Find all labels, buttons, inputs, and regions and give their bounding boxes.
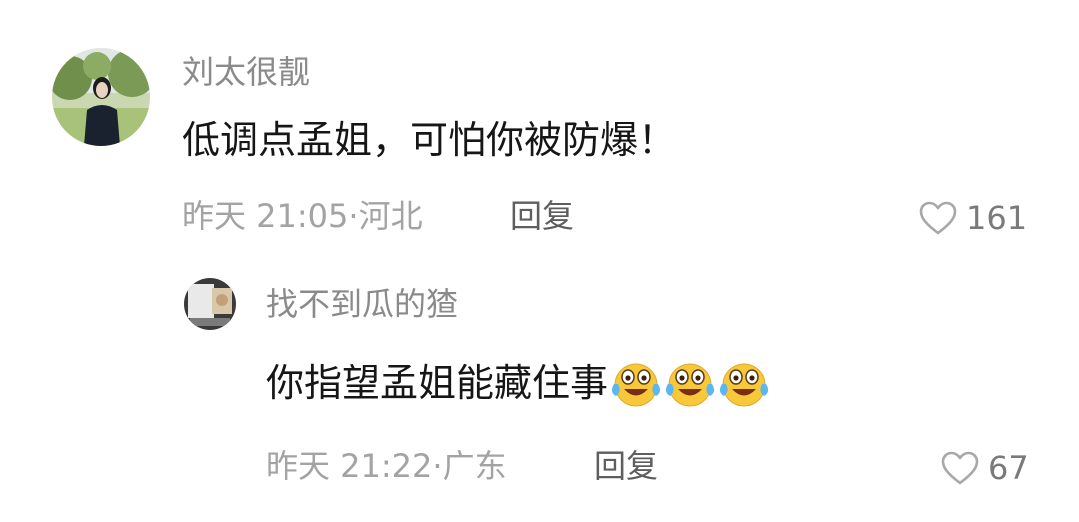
like-count: 161 — [966, 199, 1028, 237]
like-button[interactable]: 67 — [940, 448, 1029, 488]
username[interactable]: 刘太很靓 — [182, 52, 310, 92]
comment-meta: 昨天 21:22·广东 — [266, 446, 507, 486]
meta-separator: · — [432, 447, 443, 485]
comment-text-body: 低调点孟姐，可怕你被防爆！ — [182, 118, 677, 162]
user-avatar[interactable] — [184, 278, 236, 330]
username[interactable]: 找不到瓜的猹 — [266, 284, 458, 324]
comment-time: 昨天 21:22 — [266, 447, 433, 485]
crying-laughing-emoji-icon — [718, 358, 770, 408]
crying-laughing-emoji-icon — [664, 358, 716, 408]
comment-meta: 昨天 21:05·河北 — [182, 196, 423, 236]
like-count: 67 — [988, 449, 1029, 487]
meta-separator: · — [348, 197, 359, 235]
heart-icon — [941, 451, 979, 485]
reply-button[interactable]: 回复 — [510, 196, 574, 236]
crying-laughing-emoji-icon — [610, 358, 662, 408]
avatar-photo-icon — [184, 278, 236, 330]
avatar-photo-icon — [52, 48, 150, 146]
comment-location: 广东 — [442, 447, 507, 485]
comment-text: 低调点孟姐，可怕你被防爆！ — [182, 116, 676, 164]
user-avatar[interactable] — [52, 48, 150, 146]
like-button[interactable]: 161 — [918, 198, 1027, 238]
comment-item: 刘太很靓 低调点孟姐，可怕你被防爆！ 昨天 21:05·河北 回复 161 — [0, 0, 1079, 260]
reply-button[interactable]: 回复 — [594, 446, 658, 486]
comment-text: 你指望孟姐能藏住事 — [266, 358, 770, 408]
comment-time: 昨天 21:05 — [182, 197, 349, 235]
reply-comment-item: 找不到瓜的猹 你指望孟姐能藏住事 昨天 21:22·广东 回复 67 — [0, 260, 1079, 522]
comment-location: 河北 — [358, 197, 423, 235]
heart-icon — [919, 201, 957, 235]
comment-text-body: 你指望孟姐能藏住事 — [266, 361, 609, 405]
